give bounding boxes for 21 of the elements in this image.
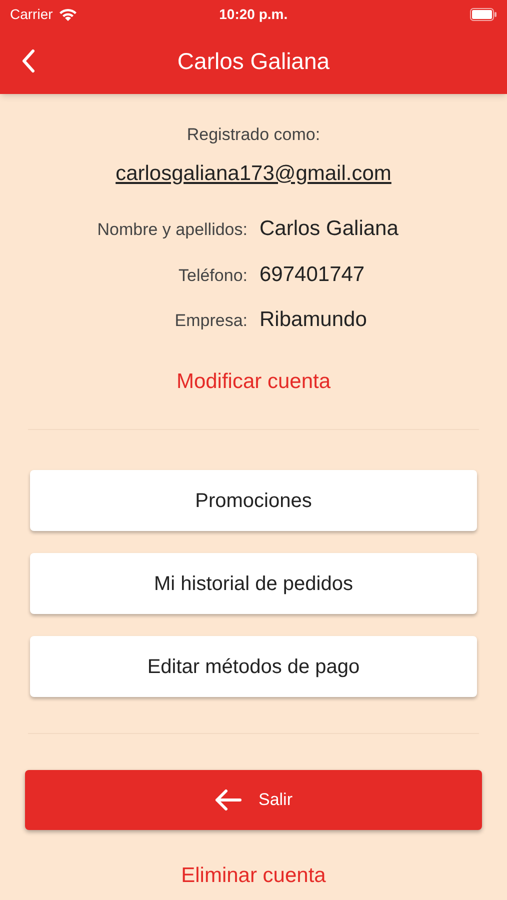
- field-value: Ribamundo: [260, 307, 368, 333]
- menu-button[interactable]: Mi historial de pedidos: [30, 553, 477, 614]
- field-label: Nombre y apellidos:: [96, 219, 248, 241]
- registered-label: Registrado como:: [186, 124, 320, 146]
- modify-account-link[interactable]: Modificar cuenta: [176, 366, 331, 397]
- field-label: Teléfono:: [178, 264, 248, 286]
- battery-icon: [470, 8, 497, 20]
- back-chevron-icon: [21, 49, 35, 73]
- carrier-name: Carrier: [10, 4, 53, 24]
- arrow-left-icon: [214, 789, 242, 811]
- wifi-icon: [58, 8, 77, 20]
- menu-button[interactable]: Editar métodos de pago: [30, 636, 477, 697]
- field-value: 697401747: [260, 262, 366, 288]
- logout-button[interactable]: Salir: [25, 770, 482, 830]
- status-time: 10:20 p.m.: [218, 4, 289, 24]
- menu-button[interactable]: Promociones: [30, 470, 477, 531]
- field-label: Empresa:: [174, 310, 248, 332]
- page-title: Carlos Galiana: [177, 46, 330, 76]
- field-value: Carlos Galiana: [260, 216, 400, 242]
- delete-account-link[interactable]: Eliminar cuenta: [181, 860, 326, 892]
- email-link[interactable]: carlosgaliana173@gmail.com: [116, 158, 392, 189]
